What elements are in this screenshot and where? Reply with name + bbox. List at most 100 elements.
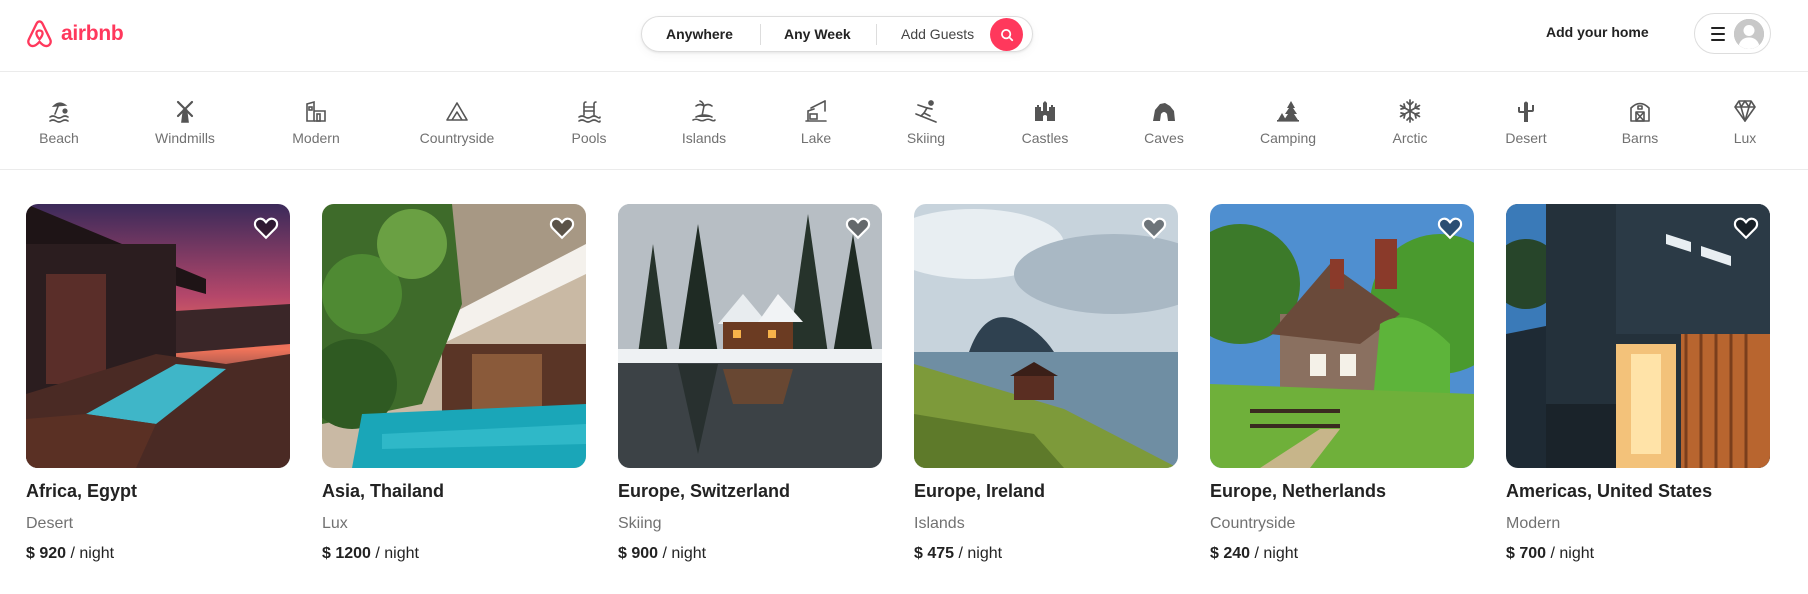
category-label: Pools xyxy=(571,130,607,146)
listing-card[interactable]: Americas, United States Modern $ 700 / n… xyxy=(1506,204,1770,563)
category-label: Desert xyxy=(1505,130,1547,146)
airbnb-logo-icon xyxy=(27,20,52,48)
price-unit: / night xyxy=(954,545,1003,562)
heart-icon xyxy=(1141,217,1167,240)
category-camping[interactable]: Camping xyxy=(1233,98,1343,146)
category-modern[interactable]: Modern xyxy=(261,98,371,146)
category-label: Barns xyxy=(1621,130,1659,146)
listing-price: $ 700 xyxy=(1506,545,1547,562)
heart-icon xyxy=(1437,217,1463,240)
castle-icon xyxy=(1035,101,1055,121)
desert-villa-sunset-image xyxy=(26,204,290,468)
search-bar[interactable]: Anywhere Any Week Add Guests xyxy=(641,16,1033,52)
search-submit-button[interactable] xyxy=(990,18,1023,51)
category-lux[interactable]: Lux xyxy=(1690,98,1800,146)
listing-card[interactable]: Africa, Egypt Desert $ 920 / night xyxy=(26,204,290,563)
listing-card[interactable]: Europe, Netherlands Countryside $ 240 / … xyxy=(1210,204,1474,563)
listing-category: Lux xyxy=(322,515,348,532)
category-label: Countryside xyxy=(419,130,495,146)
island-coast-cabin-image xyxy=(914,204,1178,468)
category-islands[interactable]: Islands xyxy=(649,98,759,146)
listing-category: Skiing xyxy=(618,515,662,532)
search-guests-button[interactable]: Add Guests xyxy=(901,17,974,51)
listing-photo[interactable] xyxy=(1506,204,1770,468)
category-skiing[interactable]: Skiing xyxy=(871,98,981,146)
category-desert[interactable]: Desert xyxy=(1471,98,1581,146)
search-where-button[interactable]: Anywhere xyxy=(666,17,733,51)
price-unit: / night xyxy=(658,545,707,562)
snowflake-icon xyxy=(1399,99,1421,123)
category-countryside[interactable]: Countryside xyxy=(402,98,512,146)
category-barns[interactable]: Barns xyxy=(1585,98,1695,146)
listing-card[interactable]: Europe, Switzerland Skiing $ 900 / night xyxy=(618,204,882,563)
category-arctic[interactable]: Arctic xyxy=(1355,98,1465,146)
heart-icon xyxy=(845,217,871,240)
favorite-heart-button[interactable] xyxy=(253,215,279,241)
user-avatar-icon xyxy=(1734,19,1764,49)
listing-card[interactable]: Asia, Thailand Lux $ 1200 / night xyxy=(322,204,586,563)
price-unit: / night xyxy=(1250,545,1299,562)
snowy-cabin-lake-image xyxy=(618,204,882,468)
category-label: Castles xyxy=(1021,130,1069,146)
add-your-home-link[interactable]: Add your home xyxy=(1546,24,1649,40)
category-label: Windmills xyxy=(155,130,215,146)
category-caves[interactable]: Caves xyxy=(1109,98,1219,146)
listing-category: Countryside xyxy=(1210,515,1296,532)
modern-house-night-image xyxy=(1506,204,1770,468)
category-label: Islands xyxy=(681,130,727,146)
favorite-heart-button[interactable] xyxy=(1141,215,1167,241)
windmill-icon xyxy=(176,100,194,123)
category-beach[interactable]: Beach xyxy=(4,98,114,146)
listing-photo[interactable] xyxy=(1210,204,1474,468)
listing-price-line: $ 1200 / night xyxy=(322,545,586,563)
listing-photo[interactable] xyxy=(26,204,290,468)
listing-photo[interactable] xyxy=(322,204,586,468)
listing-price-line: $ 920 / night xyxy=(26,545,290,563)
category-label: Modern xyxy=(292,130,340,146)
cactus-icon xyxy=(1518,101,1534,122)
price-unit: / night xyxy=(370,545,419,562)
category-label: Beach xyxy=(39,130,79,146)
category-label: Camping xyxy=(1259,130,1317,146)
heart-icon xyxy=(549,217,575,240)
airbnb-logo[interactable]: airbnb xyxy=(24,17,124,51)
listing-price: $ 920 xyxy=(26,545,67,562)
thatched-cottage-image xyxy=(1210,204,1474,468)
listing-card[interactable]: Europe, Ireland Islands $ 475 / night xyxy=(914,204,1178,563)
listing-photo[interactable] xyxy=(914,204,1178,468)
listing-location: Asia, Thailand xyxy=(322,481,445,501)
category-lake[interactable]: Lake xyxy=(761,98,871,146)
price-unit: / night xyxy=(1546,545,1595,562)
category-bar: Beach Windmills Modern Countryside Pools xyxy=(0,72,1808,170)
price-unit: / night xyxy=(66,545,115,562)
modern-house-icon xyxy=(306,100,326,122)
top-navbar: airbnb Anywhere Any Week Add Guests Add … xyxy=(0,0,1808,72)
listing-price: $ 1200 xyxy=(322,545,371,562)
heart-icon xyxy=(253,217,279,240)
category-pools[interactable]: Pools xyxy=(534,98,644,146)
favorite-heart-button[interactable] xyxy=(1437,215,1463,241)
listing-price-line: $ 900 / night xyxy=(618,545,882,563)
listing-category: Islands xyxy=(914,515,965,532)
search-divider xyxy=(876,24,877,45)
category-windmills[interactable]: Windmills xyxy=(130,98,240,146)
diamond-icon xyxy=(1734,100,1756,122)
beach-icon xyxy=(49,102,69,123)
hamburger-menu-icon xyxy=(1711,27,1725,41)
user-menu-button[interactable] xyxy=(1694,13,1771,54)
listing-price: $ 240 xyxy=(1210,545,1251,562)
favorite-heart-button[interactable] xyxy=(1733,215,1759,241)
search-when-button[interactable]: Any Week xyxy=(784,17,851,51)
listing-location: Europe, Switzerland xyxy=(618,481,791,501)
listing-location: Europe, Netherlands xyxy=(1210,481,1387,501)
pool-icon xyxy=(578,101,601,123)
favorite-heart-button[interactable] xyxy=(549,215,575,241)
countryside-icon xyxy=(446,102,468,121)
cave-icon xyxy=(1153,103,1175,121)
category-castles[interactable]: Castles xyxy=(990,98,1100,146)
category-label: Caves xyxy=(1144,130,1184,146)
favorite-heart-button[interactable] xyxy=(845,215,871,241)
listing-photo[interactable] xyxy=(618,204,882,468)
camping-icon xyxy=(1277,101,1299,122)
skiing-icon xyxy=(915,100,937,123)
